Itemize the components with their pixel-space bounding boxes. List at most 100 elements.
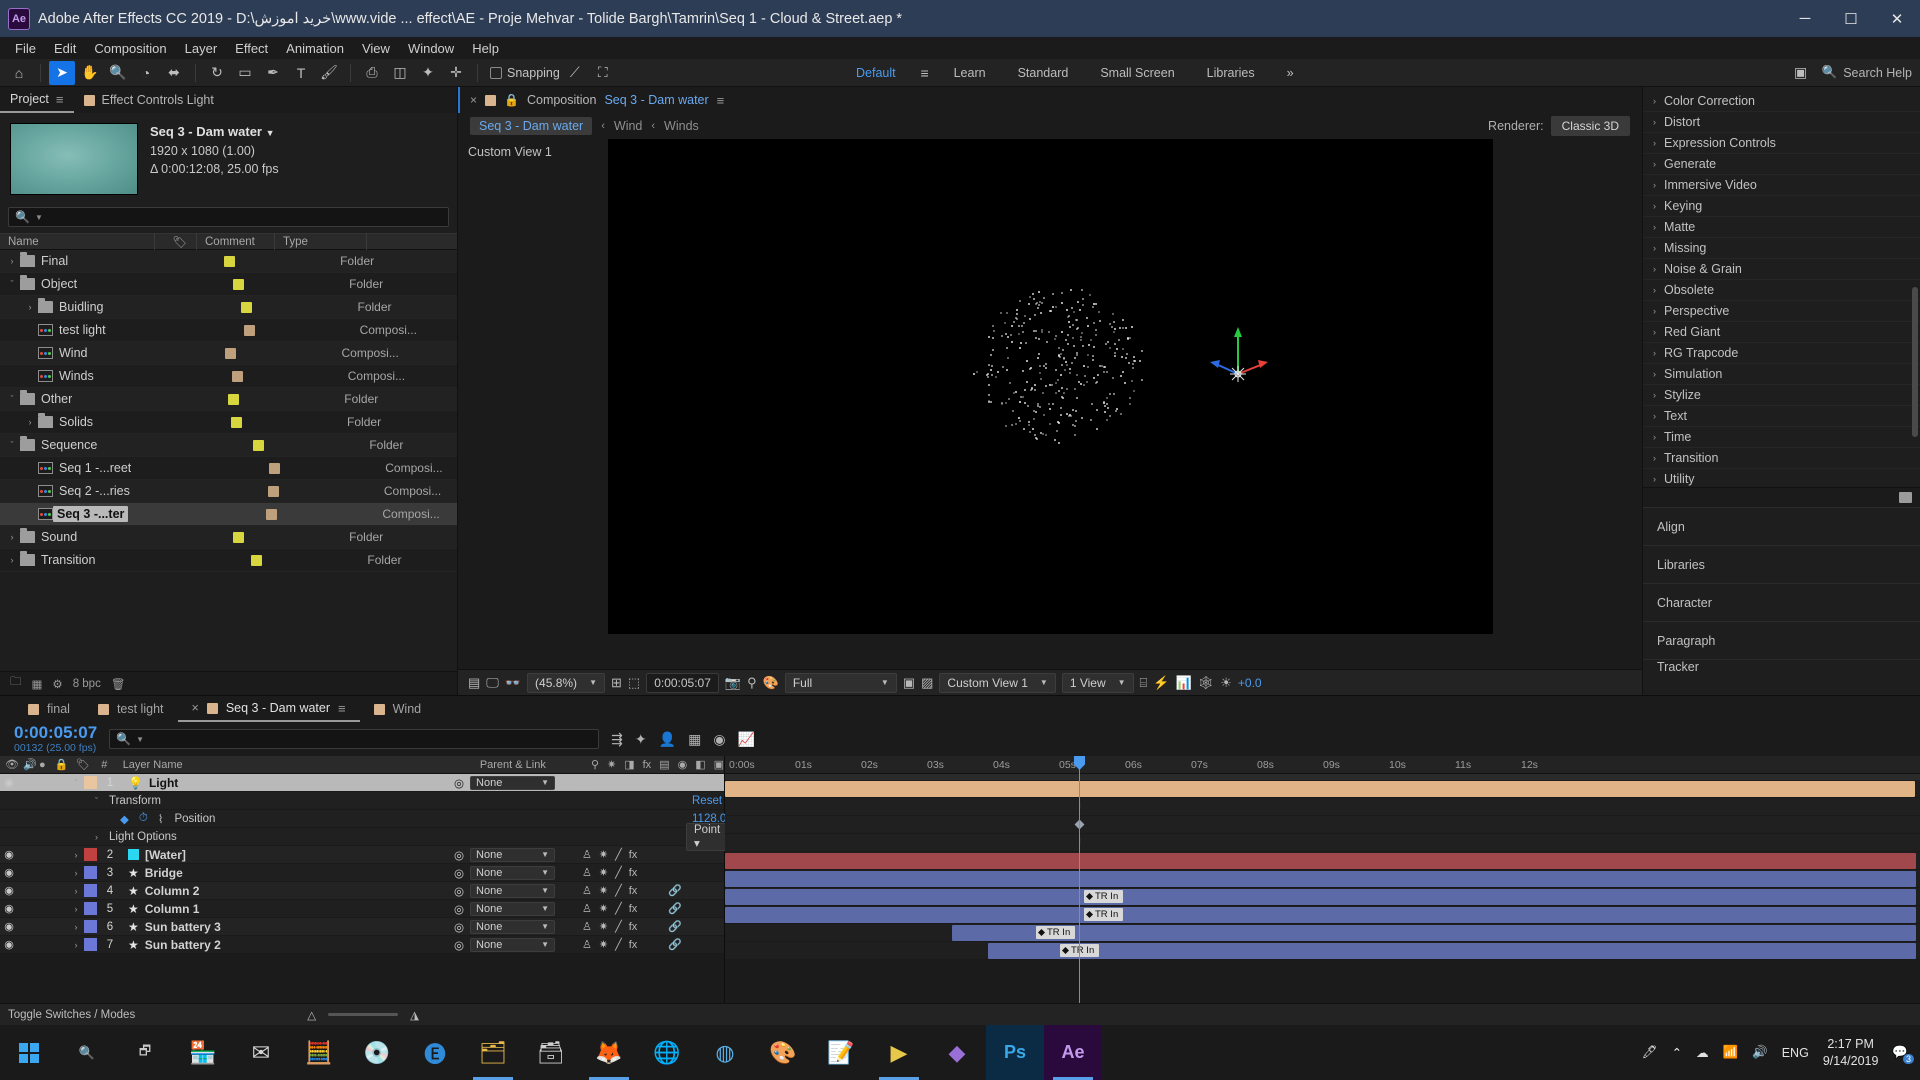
fx-switch-icon[interactable]: fx (629, 921, 638, 933)
effect-category-item[interactable]: › Red Giant (1643, 322, 1920, 343)
menu-view[interactable]: View (353, 39, 399, 58)
layer-disclosure-icon[interactable]: › (68, 922, 84, 932)
layer-disclosure-icon[interactable]: ˇ (68, 778, 84, 788)
3d-glasses-icon[interactable]: 👓 (505, 675, 521, 691)
layer-visibility-icon[interactable]: ◉ (0, 884, 18, 897)
label-color-swatch[interactable] (241, 301, 253, 313)
layer-switches[interactable]: ♙ ✷ ╱ fx (574, 866, 724, 880)
main-viewer-icon[interactable]: 🖵 (486, 675, 499, 691)
layer-label-swatch[interactable] (84, 866, 97, 879)
composition-mini-flowchart-icon[interactable]: ⇶ (611, 731, 623, 748)
label-color-swatch[interactable] (253, 439, 265, 451)
new-folder-icon[interactable] (1899, 492, 1912, 503)
layer-parent[interactable]: ◎ None ▼ (454, 775, 574, 790)
tray-language[interactable]: ENG (1782, 1046, 1809, 1060)
link-icon[interactable]: 🔗 (668, 938, 682, 951)
column-comment[interactable]: Comment (197, 233, 275, 250)
region-of-interest-icon[interactable]: ⬚ (628, 675, 640, 691)
delete-icon[interactable]: 🗑 (111, 677, 126, 691)
layer-row[interactable]: ◉ › 3 ★ Bridge ◎ None ▼ ♙ ✷ ╱ fx (0, 864, 724, 882)
snapping-control[interactable]: Snapping (490, 66, 560, 80)
project-item-row[interactable]: Seq 1 -...reet Composi... (0, 457, 457, 480)
project-item-row[interactable]: › Sound Folder (0, 526, 457, 549)
chevron-right-icon[interactable]: › (1653, 369, 1656, 379)
motion-blur-icon[interactable]: ◉ (713, 731, 725, 748)
layer-row[interactable]: ◉ › 6 ★ Sun battery 3 ◎ None ▼ ♙ ✷ ╱ fx 🔗 (0, 918, 724, 936)
new-folder-icon[interactable]: 🗀 (10, 674, 22, 693)
track-row[interactable] (725, 780, 1920, 798)
label-color-swatch[interactable] (233, 531, 245, 543)
label-color-swatch[interactable] (224, 255, 236, 267)
roto-brush-icon[interactable]: ✦ (415, 61, 441, 85)
panel-menu-icon[interactable]: ≡ (717, 93, 725, 108)
layer-label-swatch[interactable] (84, 884, 97, 897)
layer-switches[interactable]: ♙ (574, 776, 724, 789)
property-row[interactable]: ˇ Transform Reset (0, 792, 724, 810)
effect-category-item[interactable]: › Utility (1643, 469, 1920, 487)
project-item-name[interactable]: Transition (35, 553, 95, 567)
property-label[interactable]: ◆ ⏱ ⌇ Position (0, 812, 215, 826)
track-row[interactable]: TR In (725, 924, 1920, 942)
layer-label-swatch[interactable] (84, 920, 97, 933)
layer-visibility-icon[interactable]: ◉ (0, 938, 18, 951)
column-name[interactable]: Name (0, 233, 155, 250)
exposure-icon[interactable]: ☀ (1220, 675, 1232, 691)
layer-name[interactable]: ★ Sun battery 2 (123, 938, 454, 952)
minimize-button[interactable]: ─ (1782, 0, 1828, 37)
parent-pickwhip-icon[interactable]: ◎ (454, 848, 464, 862)
effect-category-item[interactable]: › Noise & Grain (1643, 259, 1920, 280)
chevron-right-icon[interactable]: › (1653, 264, 1656, 274)
project-settings-icon[interactable]: ⚙ (52, 677, 62, 691)
snapping-checkbox-icon[interactable] (490, 66, 502, 79)
chevron-right-icon[interactable]: › (1653, 432, 1656, 442)
layer-name-column[interactable]: Layer Name (118, 756, 475, 774)
layer-name[interactable]: 💡 Light (123, 776, 454, 790)
layer-switches[interactable]: ♙ ✷ ╱ fx 🔗 (574, 938, 724, 952)
layer-bar[interactable] (952, 925, 1916, 941)
timeline-zoom-slider[interactable] (328, 1013, 399, 1016)
tray-cloud-icon[interactable]: ☁ (1696, 1045, 1709, 1060)
current-time-field[interactable]: 0:00:05:07 (646, 672, 719, 693)
taskbar-player-icon[interactable]: ▶ (870, 1025, 928, 1080)
quality-switch-icon[interactable]: ╱ (615, 920, 622, 933)
playhead[interactable] (1079, 756, 1080, 1003)
layer-switches[interactable]: ♙ ✷ ╱ fx 🔗 (574, 902, 724, 916)
menu-file[interactable]: File (6, 39, 45, 58)
threed-icon[interactable]: ▣ (714, 758, 724, 771)
chevron-right-icon[interactable]: › (1653, 411, 1656, 421)
chevron-down-icon[interactable]: ▼ (266, 128, 275, 138)
effect-category-item[interactable]: › Expression Controls (1643, 133, 1920, 154)
breadcrumb-wind[interactable]: Wind (614, 119, 642, 133)
property-value[interactable]: Reset (692, 795, 722, 807)
effect-category-item[interactable]: › RG Trapcode (1643, 343, 1920, 364)
layer-label-swatch[interactable] (84, 848, 97, 861)
project-item-name[interactable]: Seq 1 -...reet (53, 461, 131, 475)
menu-composition[interactable]: Composition (85, 39, 175, 58)
hand-tool-icon[interactable]: ✋ (77, 61, 103, 85)
time-ruler[interactable]: 0:00s 01s 02s 03s 04s 05s 06s 07s 08s 09s 10s 11s 12… (725, 756, 1920, 774)
panel-align[interactable]: Align (1643, 507, 1920, 545)
project-item-row[interactable]: › Final Folder (0, 250, 457, 273)
project-item-name[interactable]: Sequence (35, 438, 97, 452)
graph-editor-icon[interactable]: 📈 (738, 731, 755, 748)
chevron-right-icon[interactable]: › (1653, 390, 1656, 400)
menu-effect[interactable]: Effect (226, 39, 277, 58)
quality-switch-icon[interactable]: ╱ (615, 938, 622, 951)
layer-name[interactable]: ★ Column 2 (123, 884, 454, 898)
track-row[interactable]: I (725, 798, 1920, 816)
workspace-overflow-button[interactable]: » (1271, 61, 1310, 85)
show-snapshot-icon[interactable]: ⚲ (747, 675, 757, 691)
layer-name[interactable]: ★ Bridge (123, 866, 454, 880)
quality-switch-icon[interactable]: ╱ (615, 848, 622, 861)
taskbar-media-icon[interactable]: 💿 (348, 1025, 406, 1080)
layer-marker[interactable]: TR In (1084, 908, 1124, 921)
effect-category-item[interactable]: › Text (1643, 406, 1920, 427)
parent-link-column[interactable]: Parent & Link (475, 756, 586, 774)
effect-category-item[interactable]: › Color Correction (1643, 91, 1920, 112)
layer-row[interactable]: ◉ › 2 [Water] ◎ None ▼ ♙ ✷ ╱ fx (0, 846, 724, 864)
label-color-swatch[interactable] (228, 393, 240, 405)
layer-disclosure-icon[interactable]: › (68, 886, 84, 896)
tab-effect-controls[interactable]: Effect Controls Light (74, 87, 224, 113)
project-item-name[interactable]: test light (53, 323, 106, 337)
column-type[interactable]: Type (275, 233, 367, 250)
